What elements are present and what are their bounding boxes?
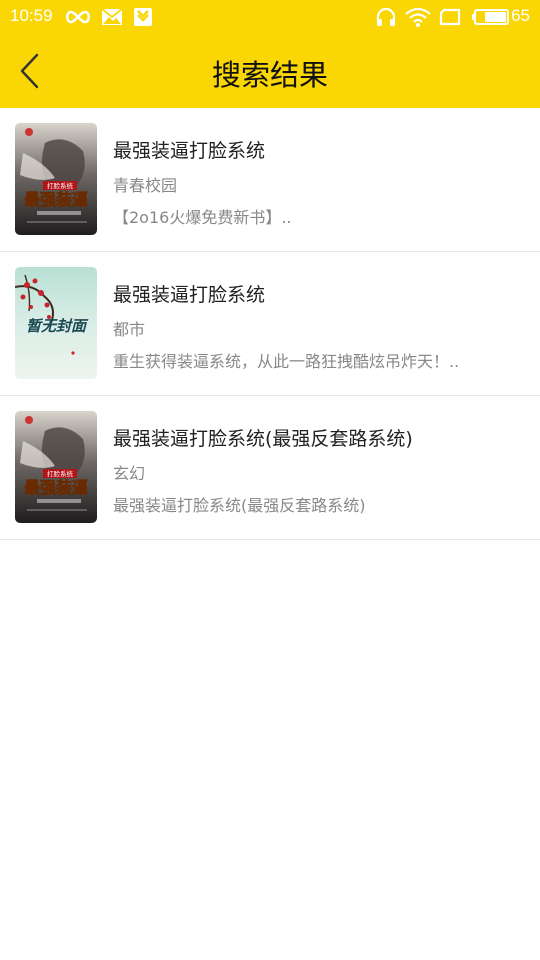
search-results-list: 打脸系统 最强装逼 最强装逼打脸系统 青春校园 【2o16火爆免费新书】.. 暂… [0, 108, 540, 540]
wifi-icon [405, 7, 431, 27]
book-cover: 打脸系统 最强装逼 [15, 411, 97, 523]
cover-tag: 打脸系统 [47, 469, 74, 478]
list-item[interactable]: 打脸系统 最强装逼 最强装逼打脸系统(最强反套路系统) 玄幻 最强装逼打脸系统(… [0, 396, 540, 540]
headphones-icon [375, 7, 397, 27]
cover-title: 最强装逼 [24, 478, 88, 497]
sim-icon [439, 7, 461, 27]
infinity-icon [64, 7, 92, 27]
list-item[interactable]: 暂无封面 最强装逼打脸系统 都市 重生获得装逼系统，从此一路狂拽酷炫吊炸天！.. [0, 252, 540, 396]
book-description: 重生获得装逼系统，从此一路狂拽酷炫吊炸天！.. [113, 352, 460, 371]
page-title: 搜索结果 [211, 58, 328, 92]
status-time: 10:59 [10, 6, 53, 25]
app-header: 搜索结果 [0, 34, 540, 108]
book-title: 最强装逼打脸系统 [113, 140, 266, 162]
book-category: 都市 [113, 320, 146, 339]
cover-title: 最强装逼 [24, 190, 88, 209]
cover-placeholder-label: 暂无封面 [26, 317, 89, 335]
book-cover: 暂无封面 [15, 267, 97, 379]
book-description: 【2o16火爆免费新书】.. [113, 208, 292, 227]
download-icon [133, 7, 153, 27]
status-bar: 10:59 65 [0, 0, 540, 34]
book-title: 最强装逼打脸系统(最强反套路系统) [113, 428, 413, 450]
book-category: 青春校园 [113, 176, 178, 195]
list-item[interactable]: 打脸系统 最强装逼 最强装逼打脸系统 青春校园 【2o16火爆免费新书】.. [0, 108, 540, 252]
cover-tag: 打脸系统 [47, 181, 74, 190]
book-description: 最强装逼打脸系统(最强反套路系统) [113, 496, 366, 515]
battery-level: 65 [511, 6, 530, 25]
mail-icon [101, 7, 123, 27]
book-category: 玄幻 [113, 464, 146, 483]
book-cover: 打脸系统 最强装逼 [15, 123, 97, 235]
book-title: 最强装逼打脸系统 [113, 284, 266, 306]
battery-icon [472, 7, 510, 27]
